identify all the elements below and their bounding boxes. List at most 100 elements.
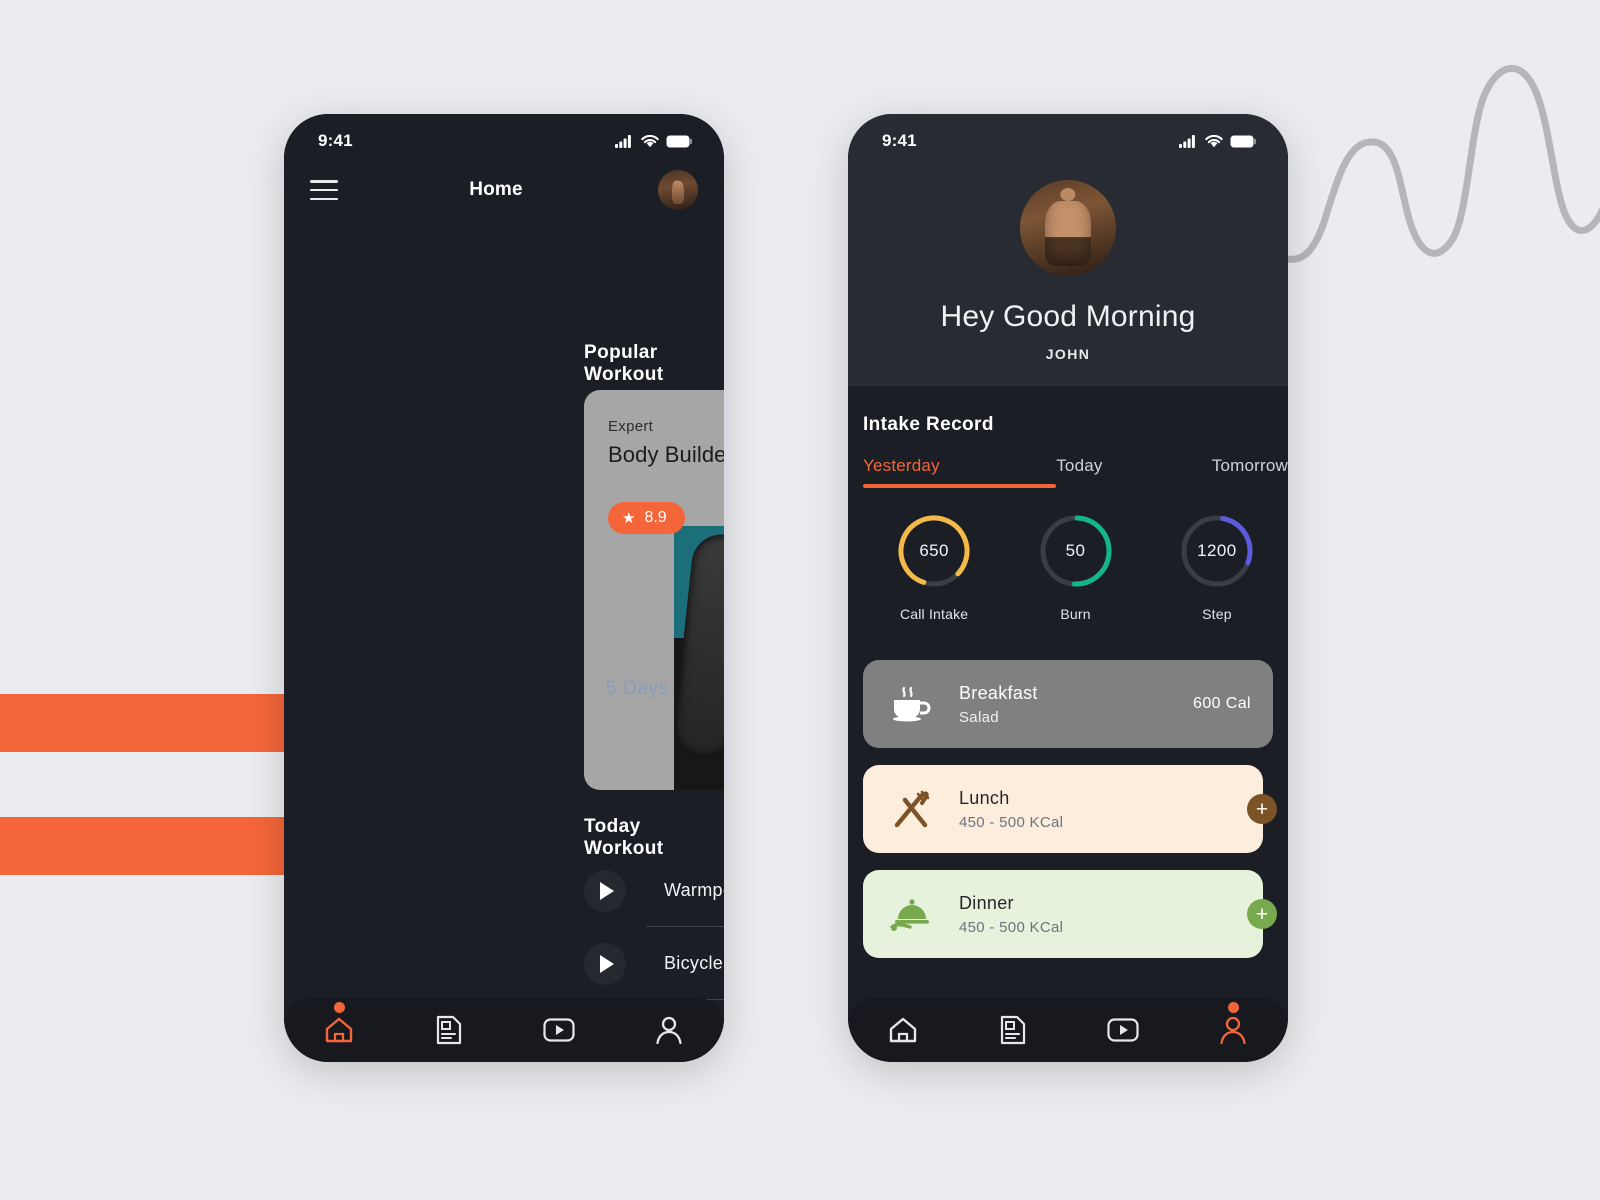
user-name: JOHN <box>1045 346 1091 362</box>
meal-card-breakfast[interactable]: Breakfast Salad 600 Cal <box>863 660 1273 748</box>
progress-ring: 1200 <box>1178 512 1256 590</box>
status-icons <box>1179 134 1256 148</box>
battery-icon <box>666 135 692 147</box>
wifi-icon <box>641 134 659 147</box>
phone1-screen: 9:41 Home Popular Workout Expert Body Bu… <box>284 114 724 1062</box>
status-time: 9:41 <box>882 131 917 150</box>
ring-step[interactable]: 1200 Step <box>1146 512 1288 622</box>
workout-list-item[interactable]: Warmp-up 5:00 <box>584 854 724 927</box>
bottom-navigation <box>284 998 724 1062</box>
meal-card-lunch[interactable]: Lunch 450 - 500 KCal + <box>863 765 1277 853</box>
nav-item-home[interactable] <box>284 1002 394 1044</box>
progress-ring: 650 <box>895 512 973 590</box>
meal-name: Breakfast <box>959 682 1038 703</box>
nav-item-profile[interactable] <box>1178 1002 1288 1044</box>
ring-burn[interactable]: 50 Burn <box>1005 512 1146 622</box>
ring-value: 650 <box>919 541 949 560</box>
nav-item-videos[interactable] <box>1068 1018 1178 1042</box>
meal-calories: 600 Cal <box>1193 695 1251 712</box>
ring-label: Step <box>1202 606 1232 622</box>
status-time: 9:41 <box>318 131 353 150</box>
nav-item-profile[interactable] <box>614 1016 724 1044</box>
add-lunch-button[interactable]: + <box>1247 794 1277 824</box>
video-icon <box>543 1018 575 1042</box>
status-icons <box>615 134 692 148</box>
tab-yesterday[interactable]: Yesterday <box>863 456 1057 488</box>
meal-subtitle: 450 - 500 KCal <box>959 918 1064 936</box>
battery-icon <box>1230 135 1256 147</box>
cellular-signal-icon <box>1179 134 1195 148</box>
add-dinner-button[interactable]: + <box>1247 899 1277 929</box>
notification-badge <box>333 1002 345 1013</box>
popular-workout-carousel[interactable]: Expert Body Builder ★ 8.9 5 Days Beginne… <box>584 390 724 790</box>
star-icon: ★ <box>622 509 636 527</box>
play-icon <box>599 954 614 973</box>
decor-wave-line <box>1270 65 1600 263</box>
notification-badge <box>1227 1002 1239 1013</box>
meal-name: Dinner <box>959 892 1014 913</box>
cellular-signal-icon <box>615 134 631 148</box>
cutlery-icon <box>863 789 959 829</box>
ring-call-intake[interactable]: 650 Call Intake <box>863 512 1005 622</box>
canvas: 9:41 Home Popular Workout Expert Body Bu… <box>0 0 1600 1200</box>
meal-name: Lunch <box>959 787 1010 808</box>
meal-list: Breakfast Salad 600 Cal Lunch 450 - 500 … <box>863 660 1288 975</box>
bottom-navigation <box>848 998 1288 1062</box>
section-title-intake: Intake Record <box>863 414 994 435</box>
phone-mockup-home: 9:41 Home Popular Workout Expert Body Bu… <box>284 114 724 1062</box>
meal-subtitle: Salad <box>959 708 999 726</box>
video-icon <box>1107 1018 1139 1042</box>
section-title-popular: Popular Workout <box>584 342 664 385</box>
home-icon <box>325 1017 353 1043</box>
tab-tomorrow[interactable]: Tomorrow <box>1212 456 1288 488</box>
document-icon <box>436 1015 462 1045</box>
food-cloche-icon <box>863 895 959 933</box>
coffee-cup-icon <box>863 686 959 722</box>
decor-orange-bar-bottom <box>0 817 285 875</box>
workout-item-name: Warmp-up <box>664 880 724 900</box>
app-header: Home <box>284 162 724 218</box>
meal-subtitle: 450 - 500 KCal <box>959 813 1064 831</box>
workout-name: Body Builder <box>608 442 724 467</box>
status-bar: 9:41 <box>284 114 724 162</box>
intake-tabs: Yesterday Today Tomorrow <box>863 456 1288 488</box>
ring-label: Burn <box>1060 606 1091 622</box>
ring-value: 1200 <box>1197 541 1237 560</box>
play-button[interactable] <box>584 869 626 912</box>
tab-today[interactable]: Today <box>1056 456 1212 488</box>
status-bar: 9:41 <box>848 114 1288 162</box>
nav-item-videos[interactable] <box>504 1018 614 1042</box>
play-icon <box>599 881 614 900</box>
home-icon <box>889 1017 917 1043</box>
workout-card[interactable]: Expert Body Builder ★ 8.9 5 Days <box>584 390 724 790</box>
ring-value: 50 <box>1065 541 1086 560</box>
profile-icon <box>656 1016 682 1044</box>
meal-text: Breakfast Salad <box>959 683 1038 726</box>
meal-card-dinner[interactable]: Dinner 450 - 500 KCal + <box>863 870 1277 958</box>
rating-value: 8.9 <box>644 509 667 526</box>
meal-text: Lunch 450 - 500 KCal <box>959 788 1063 831</box>
phone2-screen: 9:41 Hey Good Morning JOHN Intake Record… <box>848 114 1288 1062</box>
profile-icon <box>1220 1016 1246 1044</box>
workout-list-item[interactable]: Bicycle Kick 3:50 <box>584 927 724 1000</box>
nav-item-home[interactable] <box>848 1016 958 1044</box>
nav-item-documents[interactable] <box>394 1015 504 1045</box>
avatar[interactable] <box>658 170 698 210</box>
greeting-text: Hey Good Morning <box>940 300 1196 333</box>
nav-item-documents[interactable] <box>958 1015 1068 1045</box>
workout-level: Expert <box>608 418 654 435</box>
document-icon <box>1000 1015 1026 1045</box>
workout-item-name: Bicycle Kick <box>664 953 724 973</box>
rating-badge: ★ 8.9 <box>608 502 685 534</box>
ring-label: Call Intake <box>899 606 969 622</box>
intake-rings: 650 Call Intake 50 Burn 1200 Step <box>863 512 1288 622</box>
phone-mockup-intake: 9:41 Hey Good Morning JOHN Intake Record… <box>848 114 1288 1062</box>
avatar[interactable] <box>1020 180 1116 276</box>
wifi-icon <box>1205 134 1223 147</box>
workout-duration: 5 Days <box>606 678 669 699</box>
decor-orange-bar-top <box>0 694 285 752</box>
meal-text: Dinner 450 - 500 KCal <box>959 893 1063 936</box>
page-title: Home <box>469 179 523 200</box>
progress-ring: 50 <box>1037 512 1115 590</box>
play-button[interactable] <box>584 942 626 985</box>
